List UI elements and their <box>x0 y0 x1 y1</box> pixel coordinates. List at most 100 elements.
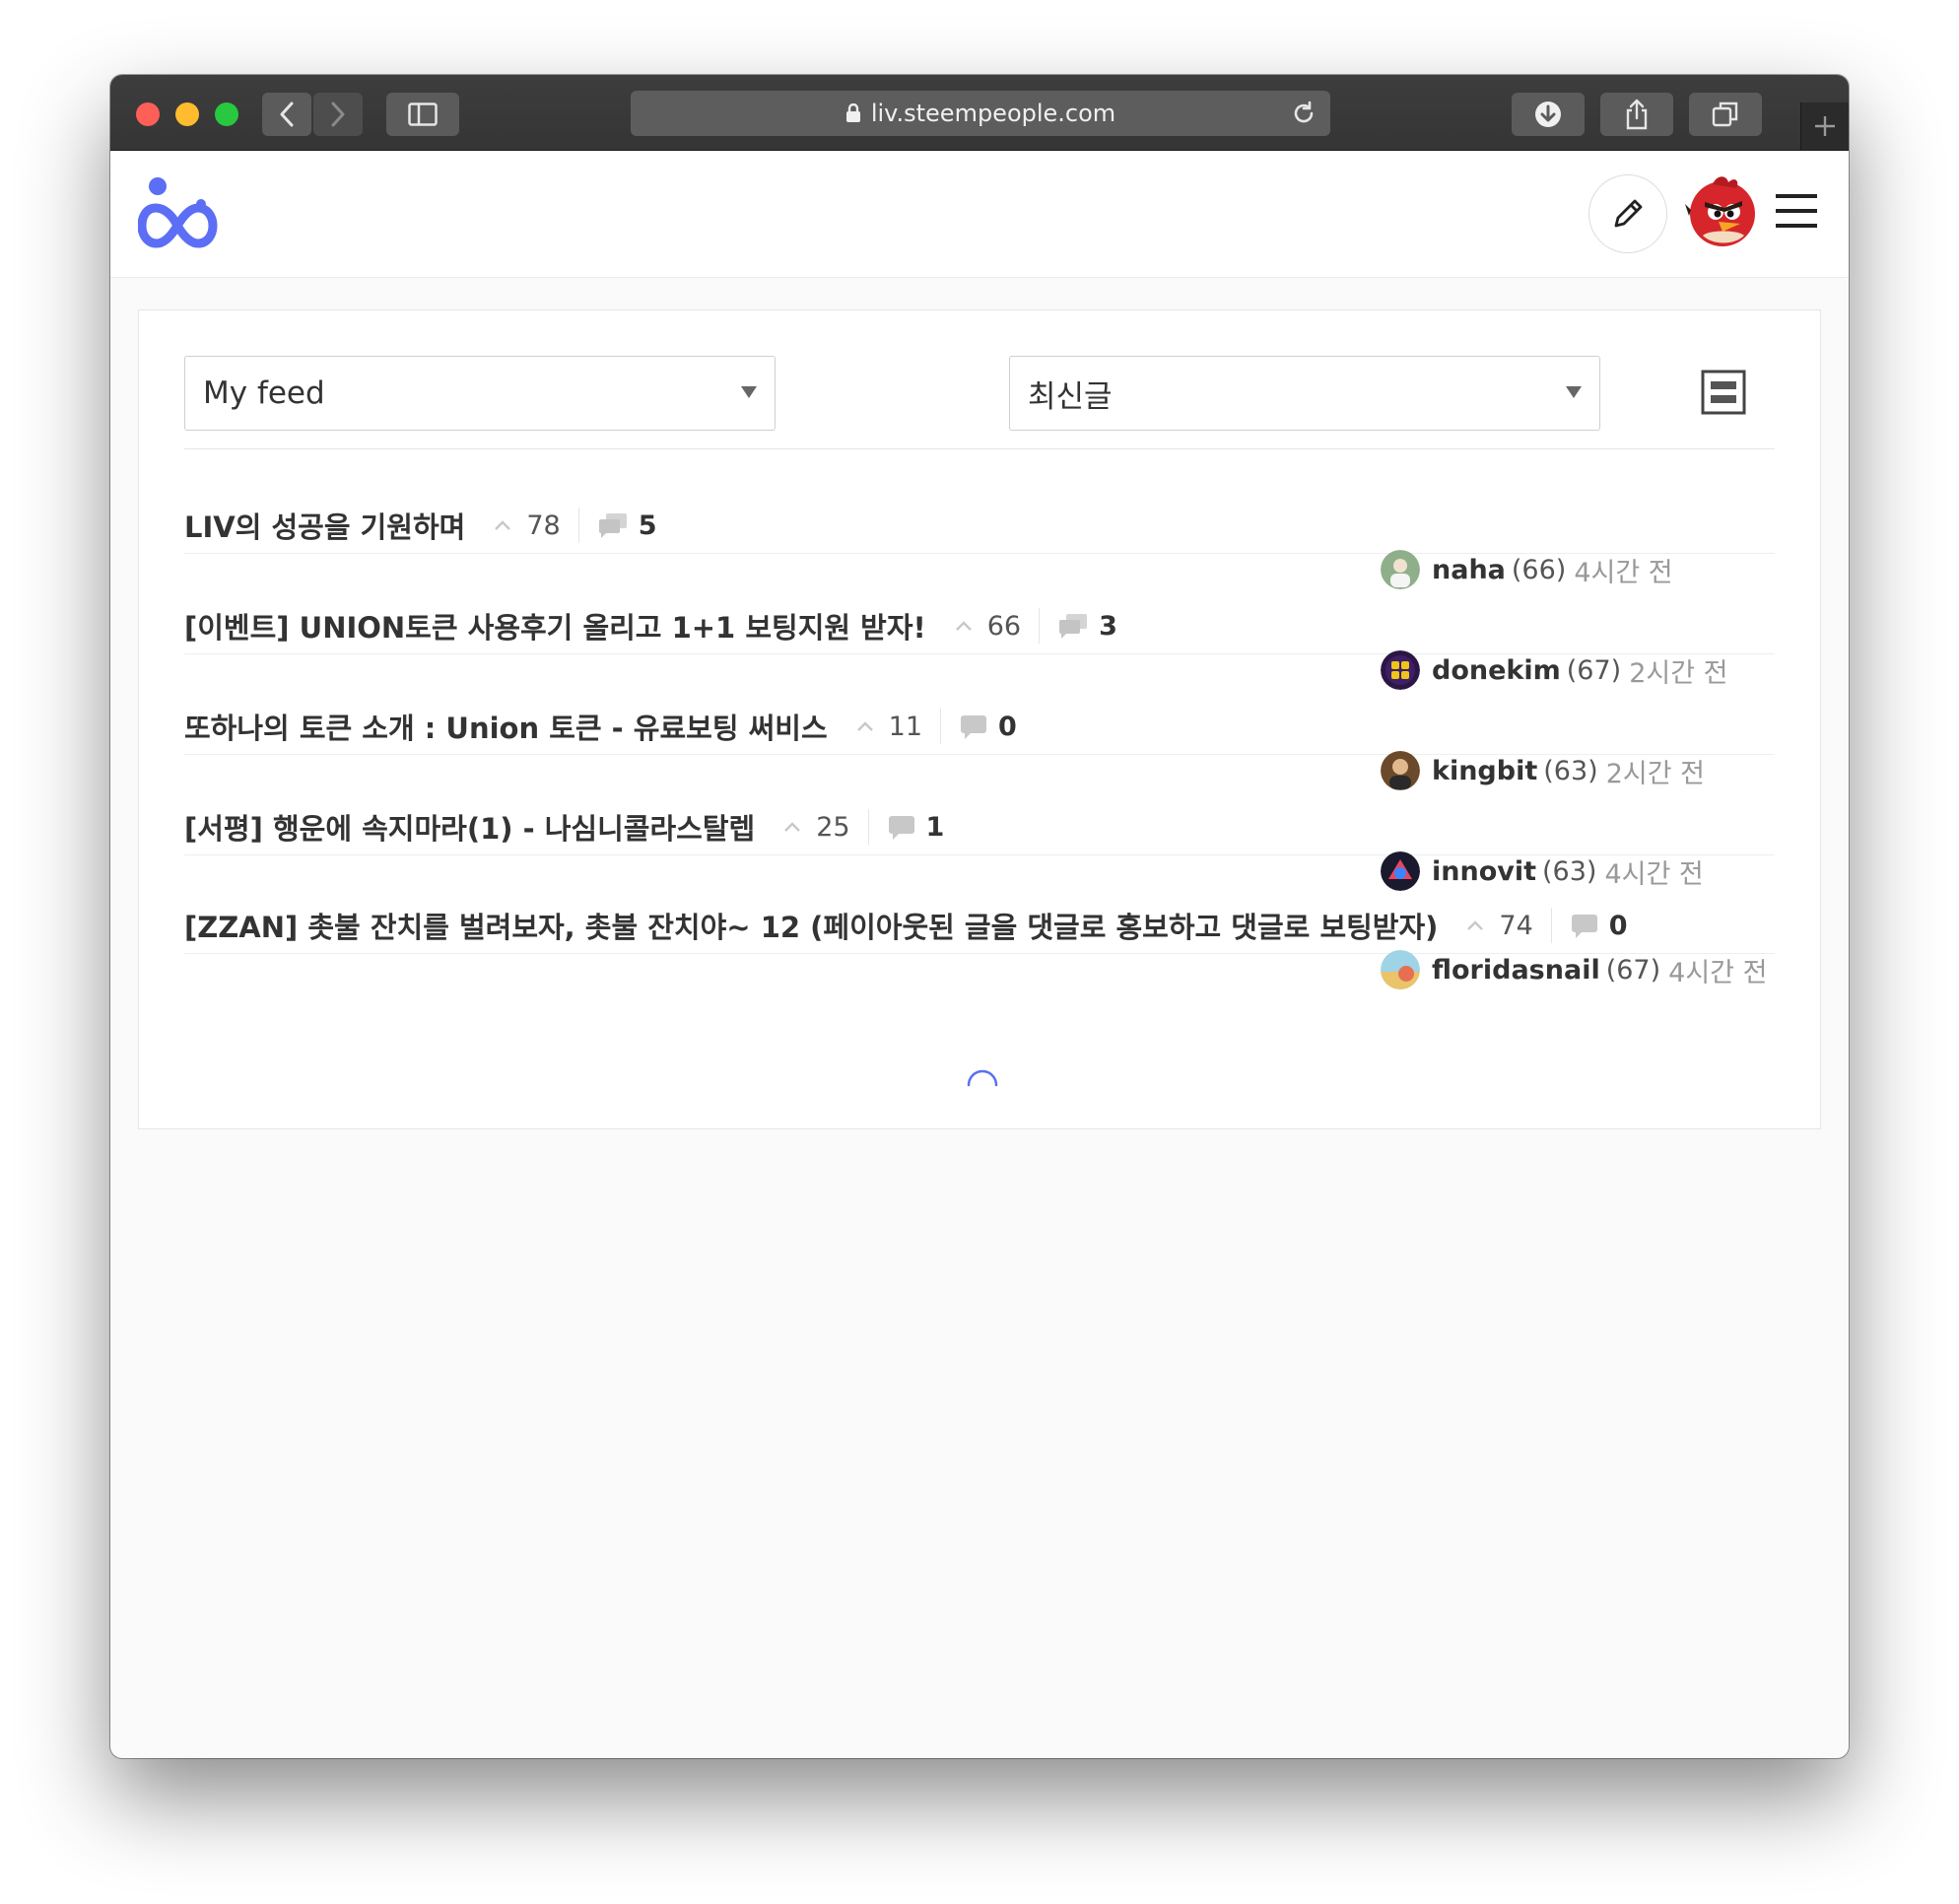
post-time: 4시간 전 <box>1604 858 1704 890</box>
lock-icon <box>845 103 860 122</box>
post-title[interactable]: 또하나의 토큰 소개 : Union 토큰 - 유료보팅 써비스 <box>184 706 828 747</box>
comment-icon <box>888 816 914 840</box>
post-author[interactable]: naha (66) 4시간 전 <box>1381 549 1673 590</box>
post-item[interactable]: [서평] 행운에 속지마라(1) - 나심니콜라스탈렙 25 1 innovit… <box>184 803 1775 902</box>
user-avatar[interactable] <box>1683 170 1762 253</box>
sort-select[interactable]: 최신글 <box>1009 356 1600 431</box>
author-avatar <box>1381 550 1420 589</box>
double-comment-icon <box>598 513 627 538</box>
divider <box>1550 908 1552 943</box>
divider <box>940 709 942 744</box>
comments-button[interactable]: 1 <box>887 812 944 843</box>
list-view-icon <box>1701 370 1746 415</box>
chevron-up-icon <box>784 822 801 832</box>
author-avatar <box>1381 650 1420 690</box>
author-reputation: (67) <box>1566 654 1622 686</box>
comment-icon <box>1571 915 1597 938</box>
post-item[interactable]: 또하나의 토큰 소개 : Union 토큰 - 유료보팅 써비스 11 0 ki… <box>184 703 1775 801</box>
comments-button[interactable]: 5 <box>597 510 657 541</box>
reload-icon[interactable] <box>1291 101 1317 126</box>
author-name[interactable]: innovit <box>1432 856 1536 887</box>
author-avatar <box>1381 751 1420 790</box>
feed-select-value: My feed <box>203 375 325 411</box>
browser-window: liv.steempeople.com My feed 최신글 LIV의 성공을… <box>110 75 1849 1758</box>
chevron-down-icon <box>1566 386 1582 398</box>
chevron-up-icon <box>495 520 511 530</box>
upvote-button[interactable]: 66 <box>954 611 1021 642</box>
hamburger-icon <box>1776 194 1817 228</box>
post-item[interactable]: LIV의 성공을 기원하며 78 5 naha (66) 4시간 전 <box>184 502 1775 600</box>
author-name[interactable]: floridasnail <box>1432 955 1600 986</box>
upvote-button[interactable]: 78 <box>493 510 561 541</box>
comment-count: 5 <box>638 510 657 541</box>
tabs-icon <box>1712 102 1738 127</box>
angry-bird-avatar-icon <box>1685 176 1755 246</box>
author-reputation: (66) <box>1511 554 1567 585</box>
minimize-window-button[interactable] <box>175 102 199 126</box>
post-time: 4시간 전 <box>1668 957 1768 988</box>
share-button[interactable] <box>1600 93 1673 136</box>
sort-select-value: 최신글 <box>1028 378 1113 415</box>
author-reputation: (63) <box>1543 755 1598 786</box>
upvote-button[interactable]: 25 <box>782 812 850 843</box>
steempeople-logo[interactable] <box>137 174 221 253</box>
author-reputation: (63) <box>1542 855 1597 887</box>
post-author[interactable]: floridasnail (67) 4시간 전 <box>1381 949 1767 990</box>
divider <box>184 448 1775 449</box>
post-item[interactable]: [이벤트] UNION토큰 사용후기 올리고 1+1 보팅지원 받자! 66 3… <box>184 602 1775 701</box>
main-menu-button[interactable] <box>1776 194 1817 232</box>
chevron-right-icon <box>331 102 345 127</box>
divider <box>867 809 869 845</box>
comments-button[interactable]: 0 <box>959 712 1017 742</box>
feed-select[interactable]: My feed <box>184 356 776 431</box>
post-title[interactable]: [서평] 행운에 속지마라(1) - 나심니콜라스탈렙 <box>184 806 755 848</box>
chevron-left-icon <box>280 102 294 127</box>
share-icon <box>1626 99 1648 130</box>
post-author[interactable]: innovit (63) 4시간 전 <box>1381 850 1704 892</box>
post-author[interactable]: donekim (67) 2시간 전 <box>1381 649 1727 691</box>
author-avatar <box>1381 950 1420 989</box>
post-title[interactable]: [이벤트] UNION토큰 사용후기 올리고 1+1 보팅지원 받자! <box>184 605 926 646</box>
new-tab-button[interactable] <box>1800 102 1849 150</box>
vote-count: 78 <box>526 510 561 541</box>
post-title[interactable]: LIV의 성공을 기원하며 <box>184 505 465 546</box>
author-reputation: (67) <box>1605 954 1661 986</box>
comment-count: 3 <box>1099 610 1117 642</box>
write-post-button[interactable] <box>1588 174 1667 253</box>
post-item[interactable]: [ZZAN] 촛불 잔치를 벌려보자, 촛불 잔치야~ 12 (페이아웃된 글을… <box>184 902 1775 1000</box>
comments-button[interactable]: 0 <box>1570 911 1628 941</box>
close-window-button[interactable] <box>136 102 160 126</box>
feed-card: My feed 최신글 LIV의 성공을 기원하며 78 5 naha (66)… <box>138 309 1821 1129</box>
author-name[interactable]: naha <box>1432 555 1506 585</box>
comment-count: 0 <box>998 711 1017 742</box>
chevron-up-icon <box>1467 920 1484 930</box>
comment-count: 0 <box>1608 910 1628 941</box>
address-bar[interactable]: liv.steempeople.com <box>631 91 1330 136</box>
upvote-button[interactable]: 74 <box>1465 910 1533 941</box>
author-name[interactable]: donekim <box>1432 655 1561 686</box>
divider <box>1039 608 1041 644</box>
pencil-icon <box>1614 199 1643 228</box>
download-icon <box>1535 102 1561 127</box>
zoom-window-button[interactable] <box>215 102 238 126</box>
comment-icon <box>961 715 987 739</box>
vote-count: 11 <box>888 711 923 742</box>
author-avatar <box>1381 851 1420 891</box>
forward-button[interactable] <box>313 93 363 136</box>
post-time: 2시간 전 <box>1629 657 1728 689</box>
vote-count: 74 <box>1499 910 1533 941</box>
author-name[interactable]: kingbit <box>1432 756 1537 786</box>
chevron-up-icon <box>856 721 873 731</box>
post-title[interactable]: [ZZAN] 촛불 잔치를 벌려보자, 촛불 잔치야~ 12 (페이아웃된 글을… <box>184 905 1438 946</box>
tabs-overview-button[interactable] <box>1689 93 1762 136</box>
back-button[interactable] <box>262 93 311 136</box>
downloads-button[interactable] <box>1512 93 1585 136</box>
chevron-up-icon <box>955 621 972 631</box>
double-comment-icon <box>1059 614 1088 639</box>
upvote-button[interactable]: 11 <box>855 712 922 742</box>
view-mode-button[interactable] <box>1701 370 1746 419</box>
comments-button[interactable]: 3 <box>1057 611 1117 642</box>
sidebar-toggle-button[interactable] <box>386 93 459 136</box>
post-time: 4시간 전 <box>1574 557 1673 588</box>
post-author[interactable]: kingbit (63) 2시간 전 <box>1381 750 1705 791</box>
